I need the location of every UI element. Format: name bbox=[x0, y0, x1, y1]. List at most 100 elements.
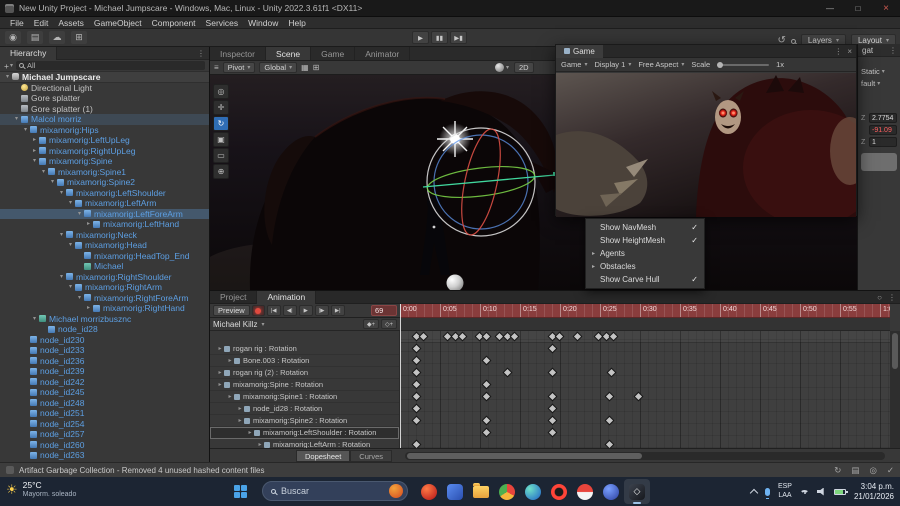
dopesheet-grid[interactable] bbox=[400, 331, 890, 448]
tab-project[interactable]: Project bbox=[210, 290, 258, 304]
hierarchy-item-node-id263[interactable]: node_id263 bbox=[0, 450, 209, 461]
keyframe-diamond[interactable] bbox=[482, 380, 491, 389]
slider-knob[interactable] bbox=[717, 61, 724, 68]
dopesheet-button[interactable]: Dopesheet bbox=[296, 450, 351, 462]
menu-component[interactable]: Component bbox=[147, 18, 201, 28]
hierarchy-item-michael-jumpscare[interactable]: ▾ Michael Jumpscare bbox=[0, 72, 209, 83]
2d-toggle-button[interactable]: 2D bbox=[514, 62, 534, 73]
fold-arrow-icon[interactable]: ▾ bbox=[75, 209, 84, 220]
fold-arrow-icon[interactable]: ▸ bbox=[256, 441, 264, 448]
scale-tool[interactable]: ▣ bbox=[213, 132, 229, 147]
keyframe-diamond[interactable] bbox=[482, 428, 491, 437]
fold-arrow-icon[interactable]: ▾ bbox=[66, 198, 75, 209]
fold-arrow-icon[interactable]: ▸ bbox=[236, 417, 244, 424]
animation-track-rogan-rig-rotation[interactable]: ▸ rogan rig : Rotation bbox=[210, 343, 399, 355]
scale-slider[interactable] bbox=[717, 61, 770, 68]
fold-arrow-icon[interactable]: ▾ bbox=[12, 114, 21, 125]
hierarchy-item-mixamorig-neck[interactable]: ▾ mixamorig:Neck bbox=[0, 230, 209, 241]
keyframe-diamond[interactable] bbox=[412, 368, 421, 377]
fold-arrow-icon[interactable]: ▾ bbox=[66, 240, 75, 251]
keyframe-diamond[interactable] bbox=[548, 368, 557, 377]
keyframe-diamond[interactable] bbox=[605, 416, 614, 425]
ok-icon[interactable]: ✓ bbox=[887, 465, 894, 476]
fold-arrow-icon[interactable]: ▸ bbox=[30, 135, 39, 146]
hierarchy-item-node-id254[interactable]: node_id254 bbox=[0, 419, 209, 430]
increment-snap-icon[interactable]: ⊞ bbox=[313, 63, 320, 72]
panel-menu-icon[interactable]: ⋮ bbox=[197, 49, 205, 58]
clock-widget[interactable]: 3:04 p.m. 21/01/2026 bbox=[854, 482, 894, 502]
fold-arrow-icon[interactable]: ▸ bbox=[84, 303, 93, 314]
fold-arrow-icon[interactable]: ▾ bbox=[39, 167, 48, 178]
hierarchy-item-node-id236[interactable]: node_id236 bbox=[0, 356, 209, 367]
tool-settings-icon[interactable]: ≡ bbox=[214, 63, 219, 72]
tab-game[interactable]: Game bbox=[556, 44, 603, 58]
hierarchy-item-gore-splatter[interactable]: Gore splatter bbox=[0, 93, 209, 104]
fold-arrow-icon[interactable]: ▸ bbox=[216, 345, 224, 352]
microphone-icon[interactable] bbox=[764, 487, 770, 499]
fold-arrow-icon[interactable]: ▾ bbox=[57, 272, 66, 283]
tray-chevron-icon[interactable] bbox=[749, 488, 759, 498]
hierarchy-item-mixamorig-leftforearm[interactable]: ▾ mixamorig:LeftForeArm bbox=[0, 208, 209, 220]
search-highlight-icon[interactable] bbox=[389, 484, 403, 498]
add-gameobject-button[interactable]: + ▾ bbox=[4, 61, 13, 71]
clipped-tab-label[interactable]: gat bbox=[862, 46, 873, 55]
add-event-button[interactable]: ◇+ bbox=[381, 319, 397, 329]
move-tool[interactable]: ✛ bbox=[213, 100, 229, 115]
status-message[interactable]: Artifact Garbage Collection - Removed 4 … bbox=[19, 466, 264, 475]
animation-track-rogan-rig-2-rotation[interactable]: ▸ rogan rig (2) : Rotation bbox=[210, 367, 399, 379]
cloud-icon[interactable]: ☁ bbox=[49, 31, 65, 44]
hierarchy-item-node-id260[interactable]: node_id260 bbox=[0, 440, 209, 451]
fold-arrow-icon[interactable]: ▸ bbox=[246, 429, 254, 436]
window-menu-icon[interactable]: ⋮ bbox=[834, 47, 842, 56]
animation-track-mixamorig-spine-rotation[interactable]: ▸ mixamorig:Spine : Rotation bbox=[210, 379, 399, 391]
add-keyframe-button[interactable]: ◆+ bbox=[363, 319, 379, 329]
rect-tool[interactable]: ▭ bbox=[213, 148, 229, 163]
grid-snap-icon[interactable]: ▦ bbox=[301, 63, 309, 72]
animation-track-bone-003-rotation[interactable]: ▸ Bone.003 : Rotation bbox=[210, 355, 399, 367]
play-button[interactable]: ▶ bbox=[412, 31, 429, 44]
grid-tool-icon[interactable]: ⊞ bbox=[71, 31, 87, 44]
layer-dropdown[interactable]: fault ▾ bbox=[858, 77, 900, 89]
timeline-ruler[interactable]: 0:00 0:05 0:10 0:15 0:20 0:25 0:30 0:35 0:40 0:45… bbox=[400, 304, 890, 318]
taskbar-app-ball[interactable] bbox=[572, 479, 598, 504]
prev-key-button[interactable]: ◀| bbox=[282, 305, 297, 316]
keyframe-diamond[interactable] bbox=[412, 380, 421, 389]
panel-menu-icon[interactable]: ⋮ bbox=[889, 46, 897, 55]
aspect-dropdown[interactable]: Free Aspect ▾ bbox=[638, 60, 684, 69]
value-input[interactable]: -91.09 bbox=[869, 125, 897, 135]
shading-mode-dropdown[interactable]: ▾ bbox=[495, 63, 509, 72]
pivot-dropdown[interactable]: Pivot ▾ bbox=[222, 62, 256, 73]
step-button[interactable]: ▶▮ bbox=[450, 31, 467, 44]
keyframe-diamond[interactable] bbox=[605, 440, 614, 448]
taskbar-app-explorer[interactable] bbox=[468, 479, 494, 504]
hierarchy-item-mixamorig-leftshoulder[interactable]: ▾ mixamorig:LeftShoulder bbox=[0, 188, 209, 199]
fold-arrow-icon[interactable]: ▾ bbox=[30, 156, 39, 167]
lock-icon[interactable]: ○ bbox=[877, 293, 882, 302]
menu-edit[interactable]: Edit bbox=[29, 18, 54, 28]
record-button[interactable] bbox=[251, 305, 265, 316]
start-button[interactable] bbox=[234, 485, 247, 498]
hierarchy-item-node-id28[interactable]: node_id28 bbox=[0, 324, 209, 335]
fold-arrow-icon[interactable]: ▾ bbox=[66, 282, 75, 293]
hierarchy-item-node-id251[interactable]: node_id251 bbox=[0, 408, 209, 419]
hierarchy-item-gore-splatter-1[interactable]: Gore splatter (1) bbox=[0, 104, 209, 115]
tab-game[interactable]: Game bbox=[311, 47, 356, 60]
hierarchy-item-mixamorig-rightupleg[interactable]: ▸ mixamorig:RightUpLeg bbox=[0, 146, 209, 157]
animation-track-mixamorig-leftarm-rotation[interactable]: ▸ mixamorig:LeftArm : Rotation bbox=[210, 439, 399, 448]
fold-arrow-icon[interactable]: ▾ bbox=[21, 125, 30, 136]
keyframe-diamond[interactable] bbox=[605, 392, 614, 401]
tab-animator[interactable]: Animator bbox=[355, 47, 411, 60]
keyframe-diamond[interactable] bbox=[548, 392, 557, 401]
menu-help[interactable]: Help bbox=[283, 18, 310, 28]
fold-arrow-icon[interactable]: ▸ bbox=[236, 405, 244, 412]
animation-track-mixamorig-leftshoulder-rotation[interactable]: ▸ mixamorig:LeftShoulder : Rotation bbox=[210, 427, 399, 439]
rotate-tool[interactable]: ↻ bbox=[213, 116, 229, 131]
fold-arrow-icon[interactable]: ▸ bbox=[216, 369, 224, 376]
menu-services[interactable]: Services bbox=[201, 18, 244, 28]
taskbar-search-input[interactable]: Buscar bbox=[262, 481, 408, 501]
global-dropdown[interactable]: Global ▾ bbox=[259, 62, 298, 73]
hierarchy-item-mixamorig-headtop-end[interactable]: mixamorig:HeadTop_End bbox=[0, 251, 209, 262]
transform-tool[interactable]: ⊕ bbox=[213, 164, 229, 179]
tab-animation[interactable]: Animation bbox=[257, 290, 317, 304]
keyframe-diamond[interactable] bbox=[412, 392, 421, 401]
